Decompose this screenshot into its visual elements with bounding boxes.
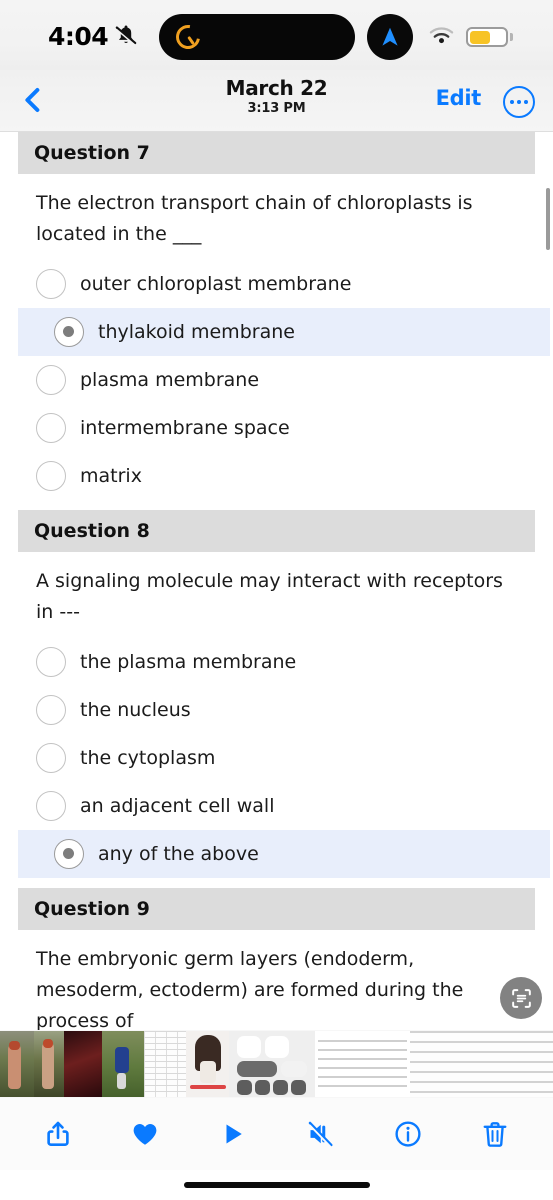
list-item[interactable]	[506, 1031, 553, 1097]
option-label: outer chloroplast membrane	[80, 273, 352, 295]
option-row[interactable]: plasma membrane	[0, 356, 553, 404]
navigation-bar: March 22 3:13 PM Edit	[0, 70, 553, 132]
wifi-icon	[429, 27, 454, 46]
option-label: the nucleus	[80, 699, 191, 721]
radio-icon[interactable]	[36, 695, 66, 725]
question-header: Question 7	[18, 132, 535, 174]
timer-icon	[171, 20, 205, 54]
question-header: Question 9	[18, 888, 535, 930]
edit-button[interactable]: Edit	[436, 86, 482, 110]
question-prompt: The electron transport chain of chloropl…	[36, 192, 473, 245]
status-bar: 4:04	[0, 0, 553, 70]
question-prompt: A signaling molecule may interact with r…	[36, 570, 503, 623]
vertical-scroll-indicator[interactable]	[546, 188, 550, 250]
option-label: the plasma membrane	[80, 651, 297, 673]
dynamic-island[interactable]	[159, 14, 355, 60]
status-bar-time: 4:04	[48, 22, 109, 51]
radio-selected-icon[interactable]	[54, 839, 84, 869]
radio-icon[interactable]	[36, 791, 66, 821]
list-item[interactable]	[144, 1031, 186, 1097]
option-label: matrix	[80, 465, 142, 487]
ellipsis-circle-icon[interactable]	[503, 86, 535, 118]
live-text-scan-icon[interactable]	[500, 977, 542, 1019]
bottom-toolbar	[0, 1098, 553, 1170]
question-header: Question 8	[18, 510, 535, 552]
option-row[interactable]: outer chloroplast membrane	[0, 260, 553, 308]
option-row[interactable]: the cytoplasm	[0, 734, 553, 782]
option-row[interactable]: an adjacent cell wall	[0, 782, 553, 830]
option-list: outer chloroplast membrane thylakoid mem…	[0, 254, 553, 510]
radio-icon[interactable]	[36, 647, 66, 677]
option-row[interactable]: intermembrane space	[0, 404, 553, 452]
option-label: intermembrane space	[80, 417, 290, 439]
photo-viewer-content[interactable]: Question 7 The electron transport chain …	[0, 132, 553, 1030]
option-row[interactable]: matrix	[0, 452, 553, 500]
option-row-selected[interactable]: thylakoid membrane	[18, 308, 550, 356]
list-item[interactable]	[186, 1031, 229, 1097]
option-label: plasma membrane	[80, 369, 260, 391]
radio-icon[interactable]	[36, 461, 66, 491]
photos-app-screen: 4:04 March 22 3:13 PM Edit Question 7 Th…	[0, 0, 553, 1200]
radio-icon[interactable]	[36, 269, 66, 299]
location-arrow-icon[interactable]	[367, 14, 413, 60]
radio-icon[interactable]	[36, 365, 66, 395]
list-item[interactable]	[34, 1031, 64, 1097]
option-row[interactable]: the nucleus	[0, 686, 553, 734]
heart-filled-icon[interactable]	[119, 1110, 171, 1158]
option-row-selected[interactable]: any of the above	[18, 830, 550, 878]
photo-filmstrip[interactable]	[0, 1030, 553, 1098]
list-item[interactable]	[229, 1031, 315, 1097]
option-list: the plasma membrane the nucleus the cyto…	[0, 632, 553, 888]
list-item-selected[interactable]	[315, 1031, 410, 1097]
option-label: thylakoid membrane	[98, 321, 295, 343]
option-label: any of the above	[98, 843, 259, 865]
home-indicator[interactable]	[183, 1182, 370, 1188]
speaker-mute-icon[interactable]	[294, 1110, 346, 1158]
question-prompt: The embryonic germ layers (endoderm, mes…	[36, 948, 464, 1030]
bell-slash-icon	[113, 22, 139, 48]
info-circle-icon[interactable]	[382, 1110, 434, 1158]
radio-icon[interactable]	[36, 743, 66, 773]
list-item[interactable]	[64, 1031, 102, 1097]
list-item[interactable]	[410, 1031, 506, 1097]
list-item[interactable]	[0, 1031, 34, 1097]
battery-low-power-icon	[466, 27, 508, 47]
play-icon[interactable]	[207, 1110, 259, 1158]
radio-icon[interactable]	[36, 413, 66, 443]
battery-cap	[510, 33, 513, 41]
radio-selected-icon[interactable]	[54, 317, 84, 347]
option-label: an adjacent cell wall	[80, 795, 275, 817]
share-icon[interactable]	[32, 1110, 84, 1158]
list-item[interactable]	[102, 1031, 144, 1097]
trash-icon[interactable]	[469, 1110, 521, 1158]
option-label: the cytoplasm	[80, 747, 216, 769]
option-row[interactable]: the plasma membrane	[0, 638, 553, 686]
